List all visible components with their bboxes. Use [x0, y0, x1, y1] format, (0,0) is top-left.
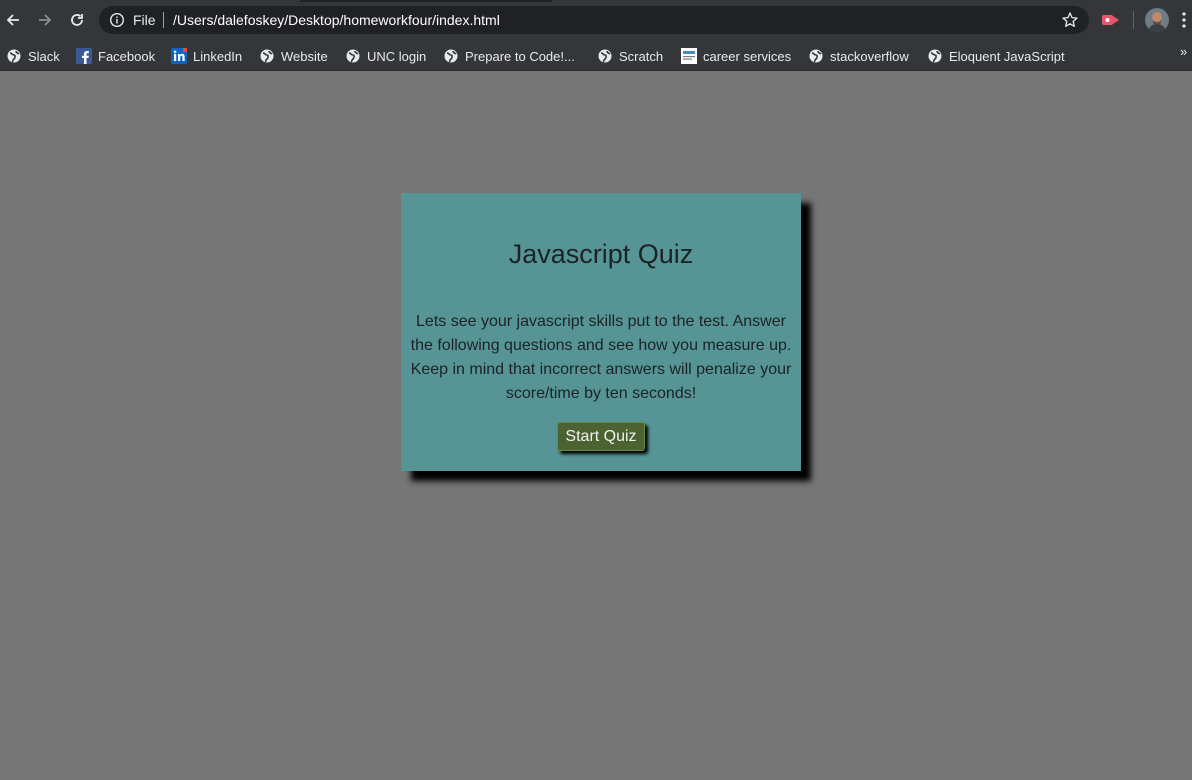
bookmark-website[interactable]: Website	[259, 44, 328, 68]
bookmark-career-services[interactable]: career services	[681, 44, 791, 68]
quiz-card: Javascript Quiz Lets see your javascript…	[401, 193, 801, 471]
more-menu-icon[interactable]	[1181, 12, 1187, 28]
facebook-icon	[76, 48, 92, 64]
address-divider	[163, 12, 164, 28]
globe-icon	[443, 48, 459, 64]
bookmark-prepare-to-code[interactable]: Prepare to Code!...	[443, 44, 575, 68]
start-quiz-button[interactable]: Start Quiz	[557, 422, 645, 451]
bookmarks-bar: Slack Facebook LinkedIn Website UNC logi…	[0, 40, 1192, 71]
bookmark-label: Website	[281, 48, 328, 64]
quiz-title: Javascript Quiz	[508, 239, 694, 269]
profile-avatar[interactable]	[1145, 8, 1169, 32]
bookmark-label: UNC login	[367, 48, 427, 64]
browser-toolbar: File /Users/dalefoskey/Desktop/homeworkf…	[0, 0, 1192, 40]
globe-icon	[808, 48, 824, 64]
extension-icon[interactable]	[1101, 11, 1121, 29]
bookmark-label: Eloquent JavaScript	[949, 48, 1065, 64]
bookmark-label: stackoverflow	[830, 48, 909, 64]
bookmark-label: Scratch	[619, 48, 664, 64]
avatar-image	[1145, 8, 1169, 32]
bookmark-stackoverflow[interactable]: stackoverflow	[808, 44, 909, 68]
bookmark-label: Facebook	[98, 48, 156, 64]
bookmark-slack[interactable]: Slack	[6, 44, 60, 68]
active-tab-edge	[300, 0, 552, 2]
bookmark-scratch[interactable]: Scratch	[597, 44, 663, 68]
bookmark-unc-login[interactable]: UNC login	[345, 44, 426, 68]
toolbar-divider	[1133, 11, 1134, 29]
bookmark-eloquent-javascript[interactable]: Eloquent JavaScript	[927, 44, 1065, 68]
address-bar[interactable]: File /Users/dalefoskey/Desktop/homeworkf…	[99, 6, 1089, 34]
globe-icon	[259, 48, 275, 64]
forward-button[interactable]	[34, 9, 56, 31]
forward-arrow-icon	[39, 14, 52, 26]
globe-icon	[597, 48, 613, 64]
linkedin-icon	[171, 48, 187, 64]
reload-button[interactable]	[66, 9, 88, 31]
bookmark-label: Slack	[28, 48, 60, 64]
back-arrow-icon	[6, 14, 19, 26]
back-button[interactable]	[2, 9, 24, 31]
quiz-description: Lets see your javascript skills put to t…	[410, 313, 792, 402]
bookmark-label: Prepare to Code!...	[465, 48, 575, 64]
bookmark-linkedin[interactable]: LinkedIn	[171, 44, 242, 68]
bookmarks-overflow-chevron[interactable]: »	[1180, 44, 1187, 59]
globe-icon	[6, 48, 22, 64]
career-services-icon	[681, 48, 697, 64]
bookmark-label: LinkedIn	[193, 48, 243, 64]
globe-icon	[345, 48, 361, 64]
info-icon[interactable]	[109, 12, 125, 28]
reload-icon	[71, 14, 83, 26]
bookmark-label: career services	[703, 48, 792, 64]
bookmark-facebook[interactable]: Facebook	[76, 44, 155, 68]
address-scheme-label: File	[133, 12, 156, 28]
address-url[interactable]: /Users/dalefoskey/Desktop/homeworkfour/i…	[173, 12, 500, 28]
globe-icon	[927, 48, 943, 64]
bookmark-star-icon[interactable]	[1061, 11, 1079, 29]
